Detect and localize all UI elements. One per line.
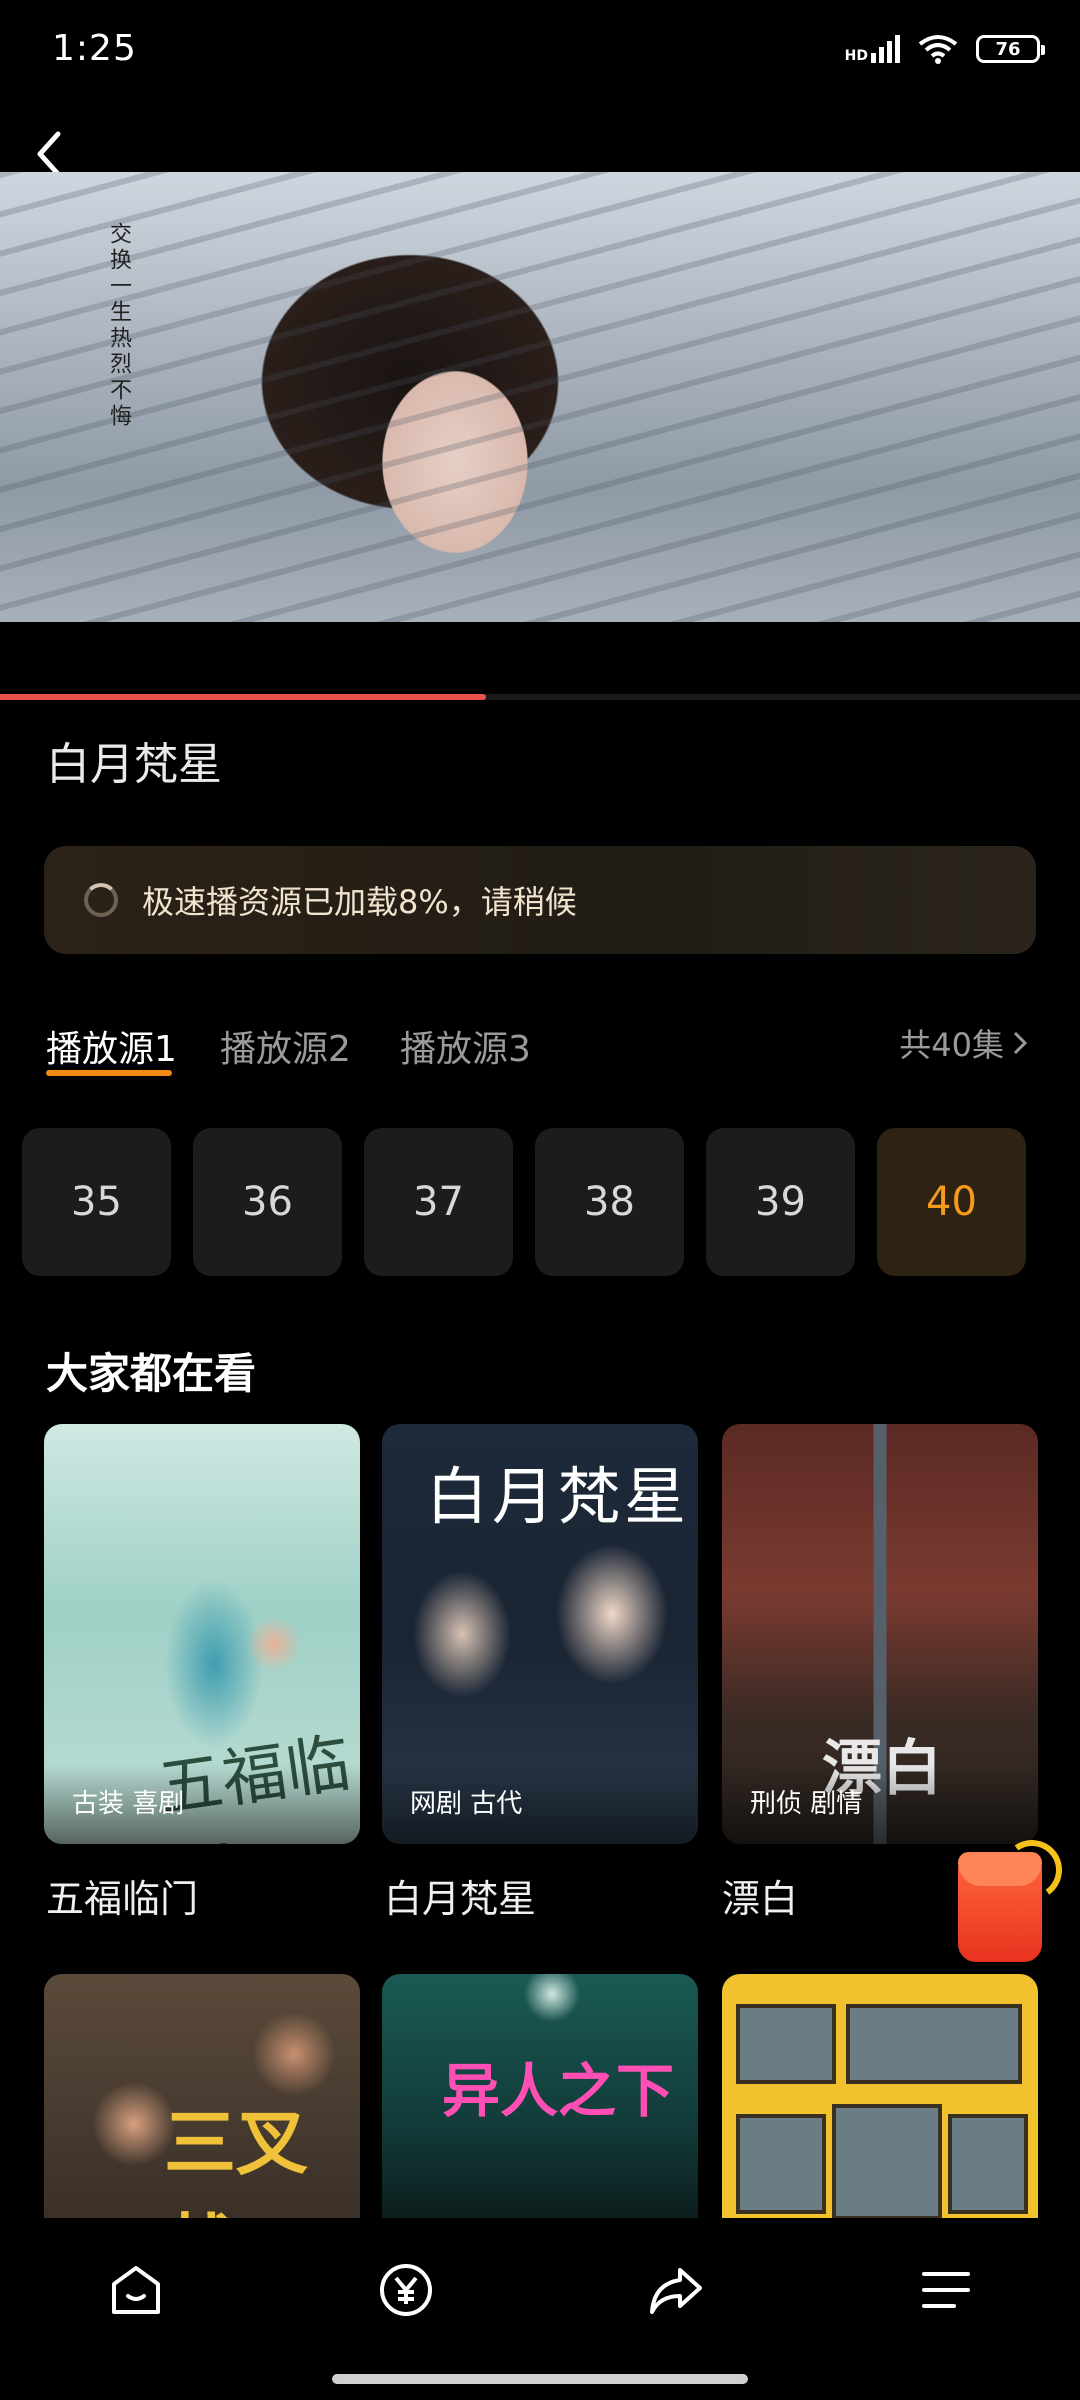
episode-button[interactable]: 38 — [535, 1128, 684, 1276]
poster-window — [948, 2114, 1028, 2214]
home-indicator — [332, 2374, 748, 2384]
poster-title-art: 异人之下 — [442, 2057, 675, 2125]
tab-underline — [46, 1070, 172, 1076]
show-title: 白月梵星 — [46, 739, 222, 790]
status-time: 1:25 — [52, 28, 137, 69]
section-heading: 大家都在看 — [46, 1349, 257, 1398]
coin-icon[interactable] — [374, 2258, 438, 2322]
poster-card[interactable]: 漂白 刑侦 剧情 — [722, 1424, 1038, 1844]
poster-card[interactable]: 五福临门 古装 喜剧 — [44, 1424, 360, 1844]
poster-title-art: 白月梵星 — [426, 1460, 691, 1533]
battery-level: 76 — [995, 38, 1021, 60]
notice-text: 极速播资源已加载8%，请稍候 — [142, 883, 577, 921]
episode-button-active[interactable]: 40 — [877, 1128, 1026, 1276]
episode-total-link[interactable]: 共40集 — [899, 1020, 1028, 1066]
poster-card[interactable]: 白月梵星 网剧 古代 — [382, 1424, 698, 1844]
poster-title-art: 三叉戟 — [164, 2101, 309, 2220]
poster-tags: 刑侦 剧情 — [722, 1764, 1038, 1844]
battery-icon: 76 — [976, 35, 1045, 63]
signal-icon: HD — [845, 35, 900, 63]
tab-source-1[interactable]: 播放源1 — [46, 1020, 177, 1072]
episode-button[interactable]: 36 — [193, 1128, 342, 1276]
loading-spinner-icon — [84, 883, 118, 917]
progress-fill — [0, 694, 486, 700]
poster-card[interactable]: 三叉戟 — [44, 1974, 360, 2220]
chevron-right-icon — [1013, 1031, 1028, 1055]
episode-button[interactable]: 35 — [22, 1128, 171, 1276]
menu-icon[interactable] — [914, 2258, 978, 2322]
poster-title[interactable]: 白月梵星 — [384, 1868, 536, 1923]
episode-total-label: 共40集 — [899, 1026, 1004, 1064]
video-player[interactable]: 交换一生热烈不悔 — [0, 172, 1080, 622]
tab-source-2[interactable]: 播放源2 — [220, 1020, 351, 1072]
poster-window — [736, 2114, 826, 2214]
poster-title[interactable]: 漂白 — [722, 1868, 798, 1923]
network-label: HD — [844, 48, 868, 64]
wifi-icon — [918, 35, 958, 64]
poster-window — [736, 2004, 836, 2084]
loading-notice: 极速播资源已加载8%，请稍候 — [44, 846, 1036, 954]
poster-tags: 网剧 古代 — [382, 1764, 698, 1844]
episode-button[interactable]: 39 — [706, 1128, 855, 1276]
home-icon[interactable] — [104, 2258, 168, 2322]
poster-title[interactable]: 五福临门 — [46, 1868, 198, 1923]
video-caption: 交换一生热烈不悔 — [106, 222, 131, 430]
poster-card[interactable] — [722, 1974, 1038, 2220]
episode-button[interactable]: 37 — [364, 1128, 513, 1276]
poster-tags: 古装 喜剧 — [44, 1764, 360, 1844]
share-icon[interactable] — [644, 2258, 708, 2322]
status-icons: HD 76 — [845, 34, 1045, 64]
episode-list: 35 36 37 38 39 40 — [22, 1128, 1026, 1276]
poster-window — [832, 2104, 942, 2220]
tab-source-3[interactable]: 播放源3 — [400, 1020, 531, 1072]
poster-window — [846, 2004, 1022, 2084]
poster-card[interactable]: 异人之下 — [382, 1974, 698, 2220]
